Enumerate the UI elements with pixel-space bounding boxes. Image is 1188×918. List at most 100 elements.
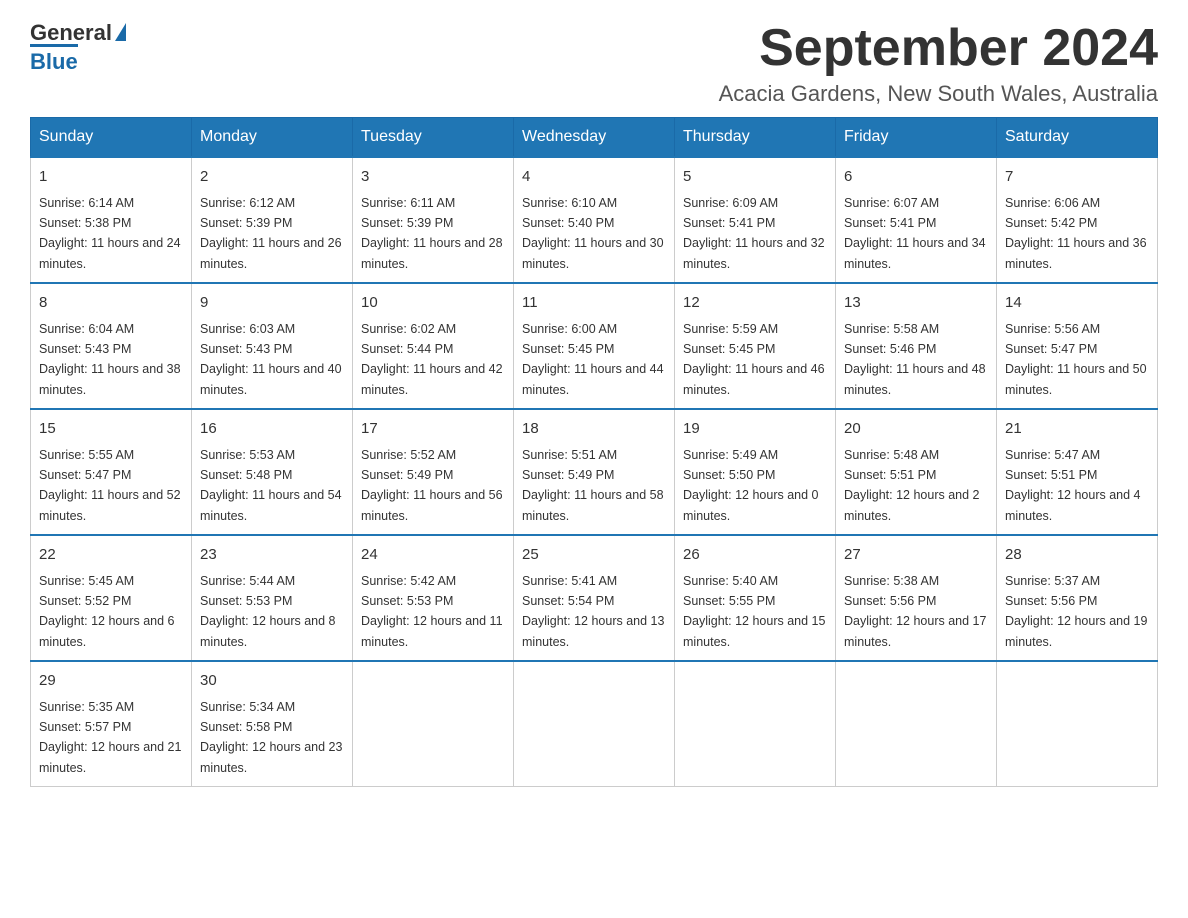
day-info: Sunrise: 5:53 AMSunset: 5:48 PMDaylight:…: [200, 448, 342, 523]
day-number: 3: [361, 166, 505, 189]
day-cell: 5 Sunrise: 6:09 AMSunset: 5:41 PMDayligh…: [675, 157, 836, 283]
day-cell: 25 Sunrise: 5:41 AMSunset: 5:54 PMDaylig…: [514, 535, 675, 661]
day-number: 8: [39, 292, 183, 315]
week-row-2: 8 Sunrise: 6:04 AMSunset: 5:43 PMDayligh…: [31, 283, 1158, 409]
logo-bottom-row: Blue: [30, 44, 78, 75]
day-cell: 8 Sunrise: 6:04 AMSunset: 5:43 PMDayligh…: [31, 283, 192, 409]
day-number: 4: [522, 166, 666, 189]
day-cell: 24 Sunrise: 5:42 AMSunset: 5:53 PMDaylig…: [353, 535, 514, 661]
day-info: Sunrise: 5:45 AMSunset: 5:52 PMDaylight:…: [39, 574, 175, 649]
header-friday: Friday: [836, 118, 997, 158]
day-cell: 4 Sunrise: 6:10 AMSunset: 5:40 PMDayligh…: [514, 157, 675, 283]
day-number: 28: [1005, 544, 1149, 567]
day-cell: 17 Sunrise: 5:52 AMSunset: 5:49 PMDaylig…: [353, 409, 514, 535]
week-row-4: 22 Sunrise: 5:45 AMSunset: 5:52 PMDaylig…: [31, 535, 1158, 661]
day-number: 9: [200, 292, 344, 315]
day-number: 25: [522, 544, 666, 567]
day-cell: 28 Sunrise: 5:37 AMSunset: 5:56 PMDaylig…: [997, 535, 1158, 661]
location-title: Acacia Gardens, New South Wales, Austral…: [719, 81, 1158, 107]
day-cell: 29 Sunrise: 5:35 AMSunset: 5:57 PMDaylig…: [31, 661, 192, 787]
logo-triangle-icon: [115, 23, 126, 41]
day-number: 22: [39, 544, 183, 567]
day-number: 15: [39, 418, 183, 441]
day-info: Sunrise: 6:03 AMSunset: 5:43 PMDaylight:…: [200, 322, 342, 397]
day-info: Sunrise: 6:14 AMSunset: 5:38 PMDaylight:…: [39, 196, 181, 271]
day-cell: 11 Sunrise: 6:00 AMSunset: 5:45 PMDaylig…: [514, 283, 675, 409]
day-cell: 26 Sunrise: 5:40 AMSunset: 5:55 PMDaylig…: [675, 535, 836, 661]
day-number: 18: [522, 418, 666, 441]
day-info: Sunrise: 5:40 AMSunset: 5:55 PMDaylight:…: [683, 574, 825, 649]
day-info: Sunrise: 6:09 AMSunset: 5:41 PMDaylight:…: [683, 196, 825, 271]
day-number: 21: [1005, 418, 1149, 441]
header-monday: Monday: [192, 118, 353, 158]
day-info: Sunrise: 6:06 AMSunset: 5:42 PMDaylight:…: [1005, 196, 1147, 271]
day-info: Sunrise: 6:00 AMSunset: 5:45 PMDaylight:…: [522, 322, 664, 397]
week-row-5: 29 Sunrise: 5:35 AMSunset: 5:57 PMDaylig…: [31, 661, 1158, 787]
header-wednesday: Wednesday: [514, 118, 675, 158]
day-number: 7: [1005, 166, 1149, 189]
day-info: Sunrise: 5:44 AMSunset: 5:53 PMDaylight:…: [200, 574, 336, 649]
day-cell: 27 Sunrise: 5:38 AMSunset: 5:56 PMDaylig…: [836, 535, 997, 661]
day-number: 19: [683, 418, 827, 441]
day-cell: 14 Sunrise: 5:56 AMSunset: 5:47 PMDaylig…: [997, 283, 1158, 409]
day-cell: 9 Sunrise: 6:03 AMSunset: 5:43 PMDayligh…: [192, 283, 353, 409]
day-cell: 3 Sunrise: 6:11 AMSunset: 5:39 PMDayligh…: [353, 157, 514, 283]
day-cell: 18 Sunrise: 5:51 AMSunset: 5:49 PMDaylig…: [514, 409, 675, 535]
day-info: Sunrise: 5:35 AMSunset: 5:57 PMDaylight:…: [39, 700, 181, 775]
day-cell: 15 Sunrise: 5:55 AMSunset: 5:47 PMDaylig…: [31, 409, 192, 535]
day-number: 27: [844, 544, 988, 567]
day-info: Sunrise: 5:56 AMSunset: 5:47 PMDaylight:…: [1005, 322, 1147, 397]
day-info: Sunrise: 6:12 AMSunset: 5:39 PMDaylight:…: [200, 196, 342, 271]
day-cell: 23 Sunrise: 5:44 AMSunset: 5:53 PMDaylig…: [192, 535, 353, 661]
day-number: 10: [361, 292, 505, 315]
day-info: Sunrise: 5:58 AMSunset: 5:46 PMDaylight:…: [844, 322, 986, 397]
day-number: 2: [200, 166, 344, 189]
week-row-1: 1 Sunrise: 6:14 AMSunset: 5:38 PMDayligh…: [31, 157, 1158, 283]
day-info: Sunrise: 5:37 AMSunset: 5:56 PMDaylight:…: [1005, 574, 1147, 649]
day-cell: 22 Sunrise: 5:45 AMSunset: 5:52 PMDaylig…: [31, 535, 192, 661]
day-number: 14: [1005, 292, 1149, 315]
day-cell: 12 Sunrise: 5:59 AMSunset: 5:45 PMDaylig…: [675, 283, 836, 409]
calendar-header-row: SundayMondayTuesdayWednesdayThursdayFrid…: [31, 118, 1158, 158]
header-saturday: Saturday: [997, 118, 1158, 158]
day-number: 5: [683, 166, 827, 189]
day-number: 30: [200, 670, 344, 693]
day-number: 16: [200, 418, 344, 441]
day-number: 20: [844, 418, 988, 441]
day-cell: 16 Sunrise: 5:53 AMSunset: 5:48 PMDaylig…: [192, 409, 353, 535]
week-row-3: 15 Sunrise: 5:55 AMSunset: 5:47 PMDaylig…: [31, 409, 1158, 535]
day-cell: [353, 661, 514, 787]
day-cell: 20 Sunrise: 5:48 AMSunset: 5:51 PMDaylig…: [836, 409, 997, 535]
header-thursday: Thursday: [675, 118, 836, 158]
calendar-body: 1 Sunrise: 6:14 AMSunset: 5:38 PMDayligh…: [31, 157, 1158, 787]
day-info: Sunrise: 5:41 AMSunset: 5:54 PMDaylight:…: [522, 574, 664, 649]
day-cell: 6 Sunrise: 6:07 AMSunset: 5:41 PMDayligh…: [836, 157, 997, 283]
day-cell: 13 Sunrise: 5:58 AMSunset: 5:46 PMDaylig…: [836, 283, 997, 409]
day-number: 6: [844, 166, 988, 189]
day-info: Sunrise: 5:51 AMSunset: 5:49 PMDaylight:…: [522, 448, 664, 523]
logo-general-word: General: [30, 20, 112, 46]
logo-blue-word: Blue: [30, 44, 78, 75]
day-cell: 19 Sunrise: 5:49 AMSunset: 5:50 PMDaylig…: [675, 409, 836, 535]
day-cell: 7 Sunrise: 6:06 AMSunset: 5:42 PMDayligh…: [997, 157, 1158, 283]
month-title: September 2024: [719, 20, 1158, 77]
day-info: Sunrise: 5:47 AMSunset: 5:51 PMDaylight:…: [1005, 448, 1141, 523]
day-number: 29: [39, 670, 183, 693]
day-cell: 2 Sunrise: 6:12 AMSunset: 5:39 PMDayligh…: [192, 157, 353, 283]
day-number: 17: [361, 418, 505, 441]
day-info: Sunrise: 5:52 AMSunset: 5:49 PMDaylight:…: [361, 448, 503, 523]
logo: General Blue: [30, 20, 126, 75]
day-number: 24: [361, 544, 505, 567]
day-number: 1: [39, 166, 183, 189]
day-cell: [514, 661, 675, 787]
day-info: Sunrise: 5:55 AMSunset: 5:47 PMDaylight:…: [39, 448, 181, 523]
day-info: Sunrise: 5:49 AMSunset: 5:50 PMDaylight:…: [683, 448, 819, 523]
day-cell: [997, 661, 1158, 787]
day-cell: [836, 661, 997, 787]
day-info: Sunrise: 6:04 AMSunset: 5:43 PMDaylight:…: [39, 322, 181, 397]
day-number: 12: [683, 292, 827, 315]
day-number: 13: [844, 292, 988, 315]
day-info: Sunrise: 6:02 AMSunset: 5:44 PMDaylight:…: [361, 322, 503, 397]
day-number: 23: [200, 544, 344, 567]
day-info: Sunrise: 5:48 AMSunset: 5:51 PMDaylight:…: [844, 448, 980, 523]
